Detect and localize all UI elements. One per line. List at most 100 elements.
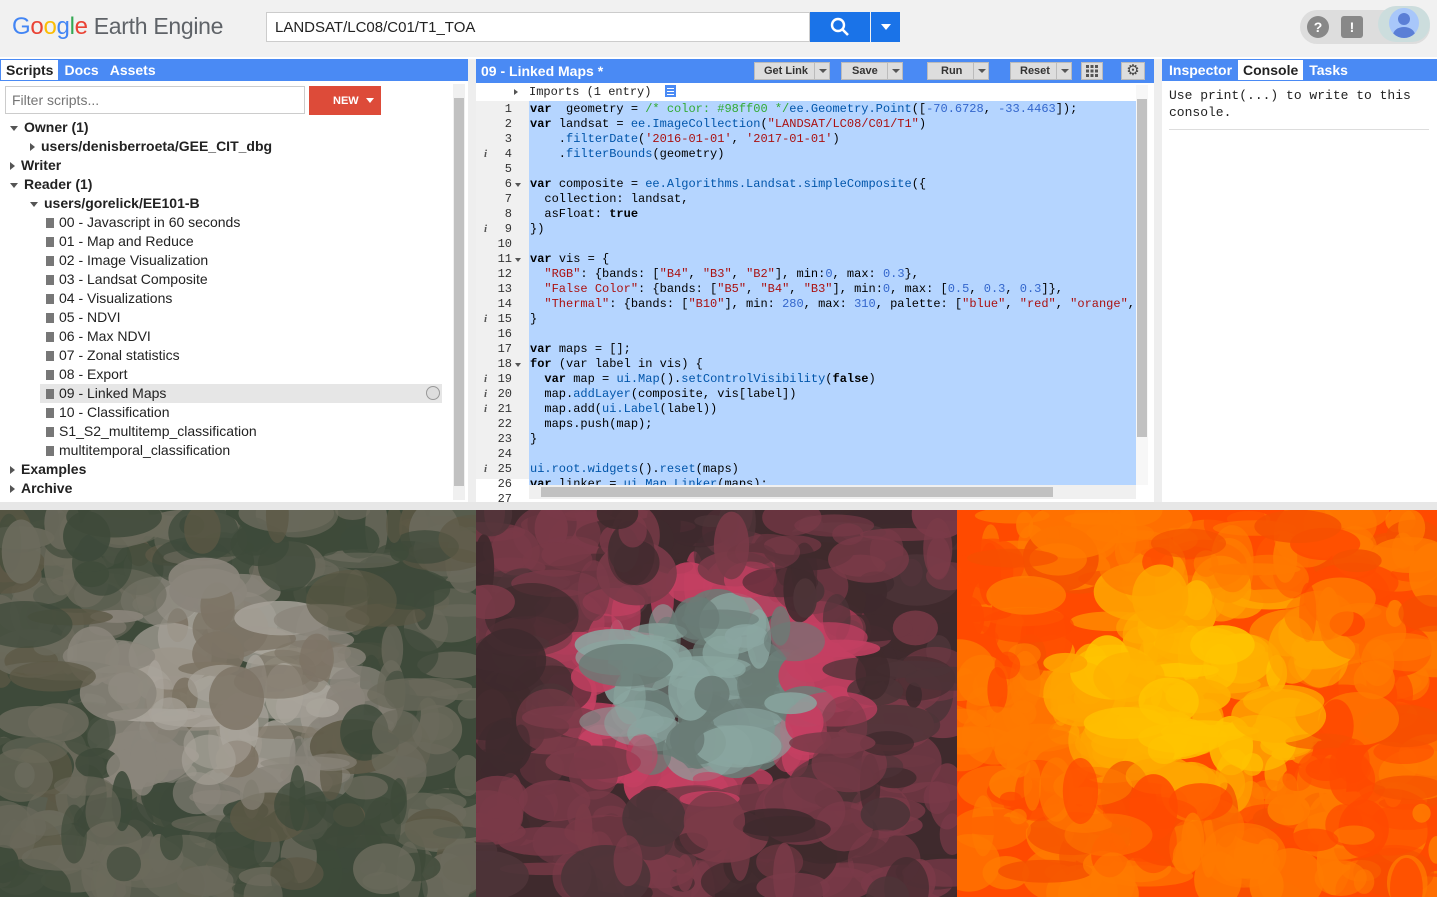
tree-folder[interactable]: users/denisberroeta/GEE_CIT_dbg (0, 137, 272, 156)
code-line[interactable]: 12 "RGB": {bands: ["B4", "B3", "B2"], mi… (476, 267, 1136, 282)
script-item[interactable]: 02 - Image Visualization (0, 251, 208, 270)
search-button[interactable] (810, 12, 870, 42)
editor-vertical-scrollbar[interactable] (1136, 85, 1148, 485)
fold-icon[interactable] (515, 363, 521, 367)
tree-folder[interactable]: Reader (1) (0, 175, 92, 194)
tab-inspector[interactable]: Inspector (1164, 60, 1237, 80)
code-area[interactable]: Imports (1 entry) 1 var geometry = /* col… (476, 83, 1154, 502)
script-item[interactable]: 09 - Linked Maps (40, 384, 442, 403)
history-icon[interactable] (426, 386, 440, 400)
info-icon[interactable]: i (484, 402, 487, 417)
code-line[interactable]: 19 i var map = ui.Map().setControlVisibil… (476, 372, 1136, 387)
editor-horizontal-scrollbar[interactable] (529, 485, 1136, 499)
code-line[interactable]: 25 i ui.root.widgets().reset(maps) (476, 462, 1136, 477)
chevron-right-icon[interactable] (10, 162, 15, 171)
chevron-right-icon[interactable] (30, 143, 35, 152)
imports-header[interactable]: Imports (1 entry) (529, 85, 676, 100)
get-link-button[interactable]: Get Link (754, 62, 830, 80)
filter-scripts-input[interactable] (5, 86, 305, 114)
imports-expander-icon[interactable] (514, 89, 518, 95)
code-line[interactable]: 7 collection: landsat, (476, 192, 1136, 207)
code-line[interactable]: 3 .filterDate('2016-01-01', '2017-01-01'… (476, 132, 1136, 147)
account-avatar[interactable] (1378, 6, 1430, 42)
horizontal-splitter[interactable] (0, 502, 1437, 510)
tab-tasks[interactable]: Tasks (1304, 60, 1353, 80)
code-line[interactable]: 11 var vis = { (476, 252, 1136, 267)
info-icon[interactable]: i (484, 372, 487, 387)
code-line[interactable]: 21 i map.add(ui.Label(label)) (476, 402, 1136, 417)
chevron-down-icon[interactable] (10, 182, 18, 188)
script-item[interactable]: 03 - Landsat Composite (0, 270, 208, 289)
map-false-color[interactable] (431, 489, 996, 900)
script-item[interactable]: multitemporal_classification (0, 441, 230, 460)
script-item[interactable]: 07 - Zonal statistics (0, 346, 180, 365)
info-icon[interactable]: i (484, 312, 487, 327)
code-line[interactable]: 23} (476, 432, 1136, 447)
chevron-down-icon[interactable] (1056, 63, 1071, 79)
scripts-scrollbar[interactable] (453, 84, 465, 500)
info-icon[interactable]: i (484, 147, 487, 162)
save-button[interactable]: Save (841, 62, 903, 80)
left-splitter[interactable] (468, 59, 476, 502)
apps-grid-icon[interactable] (1081, 62, 1103, 80)
gear-icon[interactable]: ⚙ (1121, 62, 1145, 80)
code-line[interactable]: 2 var landsat = ee.ImageCollection("LANDS… (476, 117, 1136, 132)
script-item[interactable]: S1_S2_multitemp_classification (0, 422, 257, 441)
tree-folder[interactable]: users/gorelick/EE101-B (0, 194, 200, 213)
code-line[interactable]: 9 i}) (476, 222, 1136, 237)
code-line[interactable]: 15 i} (476, 312, 1136, 327)
code-line[interactable]: 20 i map.addLayer(composite, vis[label]) (476, 387, 1136, 402)
script-item[interactable]: 04 - Visualizations (0, 289, 172, 308)
chevron-down-icon[interactable] (973, 63, 988, 79)
info-icon[interactable]: i (484, 387, 487, 402)
reset-button[interactable]: Reset (1010, 62, 1072, 80)
tree-folder[interactable]: Archive (0, 479, 72, 498)
code-line[interactable]: 8 asFloat: true (476, 207, 1136, 222)
tree-folder[interactable]: Examples (0, 460, 86, 479)
fold-icon[interactable] (515, 183, 521, 187)
script-item[interactable]: 10 - Classification (0, 403, 170, 422)
run-button[interactable]: Run (927, 62, 989, 80)
chevron-down-icon[interactable] (10, 125, 18, 131)
code-line[interactable]: 4 i .filterBounds(geometry) (476, 147, 1136, 162)
help-icon[interactable]: ? (1307, 16, 1329, 38)
code-line[interactable]: 6 var composite = ee.Algorithms.Landsat.s… (476, 177, 1136, 192)
search-input[interactable] (266, 12, 810, 42)
map-thermal[interactable] (916, 491, 1437, 900)
tab-assets[interactable]: Assets (105, 60, 161, 80)
code-line[interactable]: 16 (476, 327, 1136, 342)
search-options-button[interactable] (871, 12, 900, 42)
code-line[interactable]: 14 "Thermal": {bands: ["B10"], min: 280,… (476, 297, 1136, 312)
tree-folder[interactable]: Writer (0, 156, 61, 175)
chevron-down-icon[interactable] (814, 63, 829, 79)
info-icon[interactable]: i (484, 222, 487, 237)
map-rgb[interactable] (0, 486, 508, 900)
tree-folder[interactable]: Owner (1) (0, 118, 89, 137)
chevron-right-icon[interactable] (10, 485, 15, 494)
script-item[interactable]: 01 - Map and Reduce (0, 232, 194, 251)
feedback-icon[interactable]: ! (1341, 16, 1363, 38)
script-item[interactable]: 00 - Javascript in 60 seconds (0, 213, 240, 232)
google-earth-engine-logo[interactable]: Google Earth Engine (12, 13, 223, 41)
code-line[interactable]: 22 maps.push(map); (476, 417, 1136, 432)
code-line[interactable]: 10 (476, 237, 1136, 252)
tab-docs[interactable]: Docs (59, 60, 103, 80)
right-splitter[interactable] (1154, 59, 1162, 502)
script-item[interactable]: 08 - Export (0, 365, 127, 384)
tab-scripts[interactable]: Scripts (1, 60, 59, 80)
code-line[interactable]: 17 var maps = []; (476, 342, 1136, 357)
code-line[interactable]: 18 for (var label in vis) { (476, 357, 1136, 372)
code-line[interactable]: 13 "False Color": {bands: ["B5", "B4", "… (476, 282, 1136, 297)
info-icon[interactable]: i (484, 462, 487, 477)
code-line[interactable]: 24 (476, 447, 1136, 462)
fold-icon[interactable] (515, 258, 521, 262)
new-script-button[interactable]: NEW (309, 86, 381, 115)
tab-console[interactable]: Console (1238, 60, 1304, 80)
chevron-down-icon[interactable] (887, 63, 902, 79)
code-line[interactable]: 5 (476, 162, 1136, 177)
chevron-right-icon[interactable] (10, 466, 15, 475)
code-line[interactable]: 1 var geometry = /* color: #98ff00 */ee.G… (476, 102, 1136, 117)
document-icon[interactable] (664, 85, 676, 97)
script-item[interactable]: 06 - Max NDVI (0, 327, 151, 346)
chevron-down-icon[interactable] (30, 201, 38, 207)
